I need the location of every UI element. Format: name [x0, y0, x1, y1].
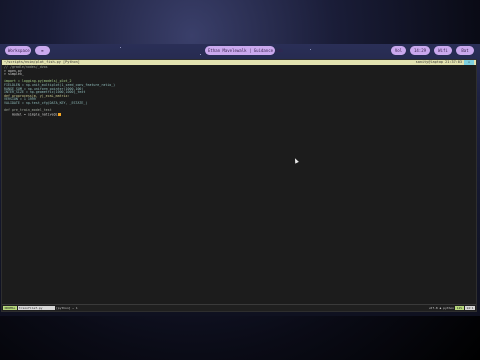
volume-pill[interactable]: Vol	[391, 46, 406, 55]
mode-indicator: NORMAL	[3, 306, 17, 310]
wifi-pill[interactable]: Wifi	[434, 46, 452, 55]
code-line: model = simple_nativeQL	[4, 112, 474, 117]
terminal-host-time: sanity@laptop 21:37:03	[415, 60, 462, 64]
text-cursor	[57, 112, 61, 117]
close-button[interactable]: x	[464, 60, 474, 65]
window-title-pill[interactable]: Ethan Mavelewalk | Guidance Lab	[205, 46, 283, 55]
cursor-position: 14:1	[465, 306, 475, 310]
editor-statusline: NORMAL trainfilef.py [python] ~ 1 utf-8 …	[2, 304, 476, 311]
terminal-titlebar: ~/scripts/nvim/plot_fish.py [Python] san…	[2, 60, 476, 65]
wallpaper-star	[310, 49, 311, 50]
desktop-screen: Workspace ≡ Ethan Mavelewalk | Guidance …	[0, 44, 480, 316]
scroll-percent: 12%	[455, 306, 464, 310]
file-name: trainfilef.py	[18, 306, 55, 310]
buffer-info: [python] ~ 1	[56, 306, 78, 310]
clock-pill[interactable]: 14:29	[410, 46, 430, 55]
menu-pill[interactable]: ≡	[35, 46, 50, 55]
encoding-info: utf-8 ◆ python	[428, 306, 454, 310]
editor-buffer[interactable]: // /gradle/nodes/_dvos > open.py > simplex…	[4, 65, 474, 303]
wallpaper-star	[200, 54, 201, 55]
wallpaper-star	[120, 47, 121, 48]
workspace-pill[interactable]: Workspace	[5, 46, 31, 55]
terminal-window[interactable]: ~/scripts/nvim/plot_fish.py [Python] san…	[1, 59, 477, 312]
battery-pill[interactable]: Bat	[456, 46, 474, 55]
